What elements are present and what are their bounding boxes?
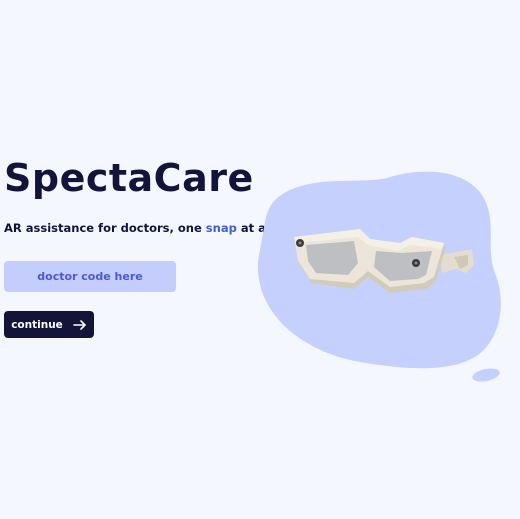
doctor-code-input[interactable] — [4, 261, 176, 292]
hero-illustration — [250, 165, 520, 390]
tagline-text: AR assistance for doctors, one — [4, 221, 206, 235]
landing-page: SpectaCare AR assistance for doctors, on… — [0, 0, 520, 519]
small-blob — [472, 368, 500, 382]
continue-button[interactable]: continue — [4, 311, 94, 338]
brand-title: SpectaCare — [4, 156, 254, 200]
continue-label: continue — [11, 318, 63, 331]
arrow-right-icon — [72, 319, 87, 330]
tagline-accent-word: snap — [205, 221, 237, 235]
